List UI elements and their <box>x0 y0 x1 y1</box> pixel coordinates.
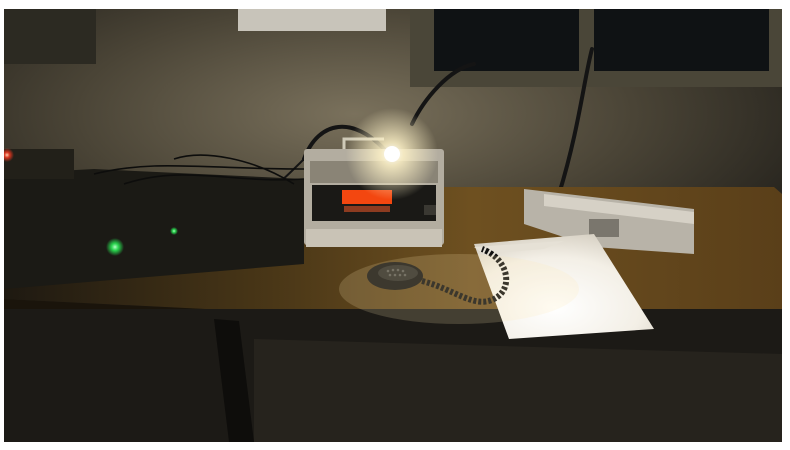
photo-frame <box>4 9 782 442</box>
under-desk-shadow <box>254 339 782 442</box>
green-led-small <box>170 227 178 235</box>
lamp-bulb <box>384 146 400 162</box>
green-led <box>106 238 124 256</box>
wall-cabinet <box>4 9 96 64</box>
light-pool <box>339 254 579 324</box>
photo-illustration <box>4 9 782 442</box>
left-device <box>4 149 74 179</box>
photo-scene <box>0 0 790 450</box>
window <box>410 9 782 87</box>
wall-paper-sheet <box>238 9 386 31</box>
